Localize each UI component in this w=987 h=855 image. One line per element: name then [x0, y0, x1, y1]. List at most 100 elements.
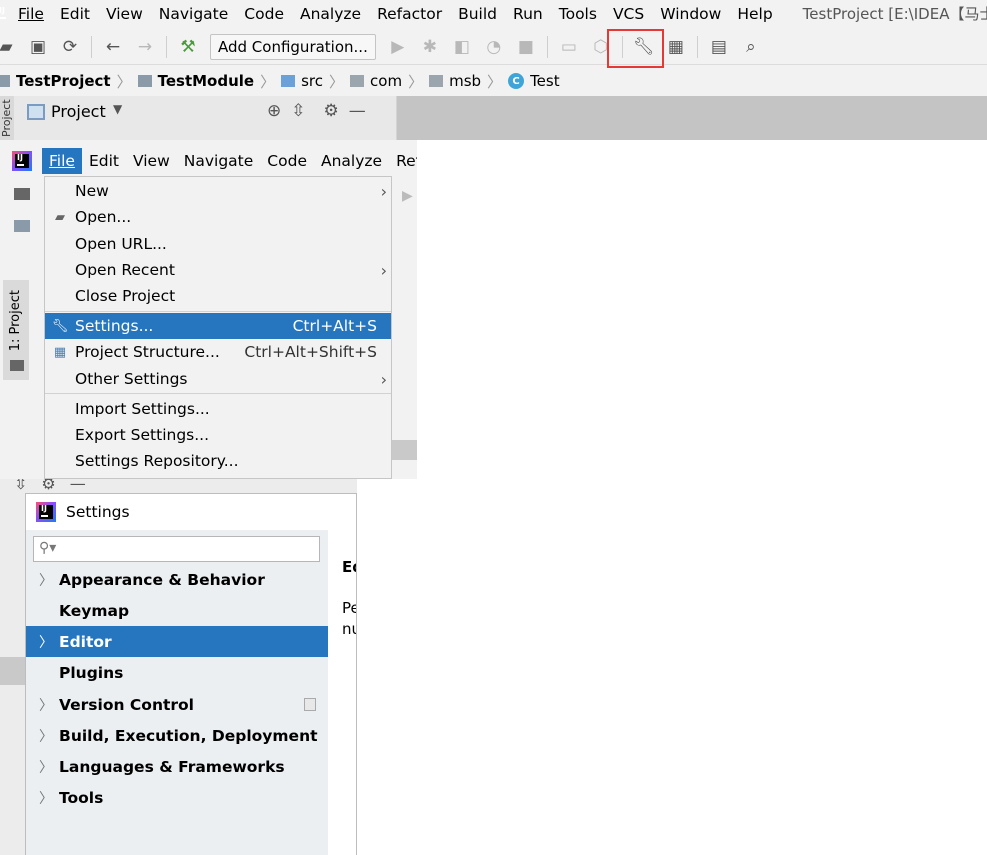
sync-icon[interactable]: ⟳ [58, 35, 82, 59]
menu-file[interactable]: File [42, 148, 82, 174]
menu-vcs[interactable]: VCS [605, 5, 652, 23]
chevron-right-icon: › [380, 260, 387, 280]
menu-edit[interactable]: Edit [52, 5, 98, 23]
menu-edit[interactable]: Edit [82, 148, 126, 174]
chevron-right-icon[interactable]: 〉 [39, 726, 53, 746]
project-structure-icon: ▦ [53, 344, 67, 360]
settings-highlight-box [607, 29, 664, 68]
menu-item-new[interactable]: New › [45, 178, 391, 204]
chevron-right-icon[interactable]: 〉 [39, 757, 53, 777]
menu-tools[interactable]: Tools [551, 5, 605, 23]
stop-icon[interactable]: ■ [514, 35, 538, 59]
menu-item-settings[interactable]: 🔧︎ Settings... Ctrl+Alt+S [45, 313, 391, 339]
panel-tools: ⇳ ⚙ — [14, 479, 86, 493]
profile-icon[interactable]: ◔ [482, 35, 506, 59]
ide-window-file-menu: File Edit View Navigate Code Analyze Ref… [0, 140, 417, 479]
tree-item-editor[interactable]: 〉 Editor [26, 626, 328, 657]
locate-icon[interactable]: ⊕ [267, 101, 281, 121]
terminal-icon[interactable]: ▤ [707, 35, 731, 59]
menu-help[interactable]: Help [729, 5, 780, 23]
gear-icon[interactable]: ⚙ [324, 101, 339, 121]
debug-icon[interactable]: ✱ [418, 35, 442, 59]
open-folder-icon[interactable]: ▰ [0, 35, 18, 59]
collapse-icon[interactable]: ⇳ [291, 101, 305, 121]
menu-run[interactable]: Run [505, 5, 551, 23]
menu-item-open[interactable]: ▰ Open... [45, 204, 391, 230]
search-icon: ⚲▾ [39, 540, 57, 556]
breadcrumb-src[interactable]: src [281, 72, 323, 90]
forward-icon[interactable]: → [133, 35, 157, 59]
menu-window[interactable]: Window [652, 5, 729, 23]
content-text: nu [342, 620, 356, 638]
chevron-right-icon[interactable]: 〉 [39, 570, 53, 590]
window-title: TestProject [E:\IDEA【马士 [802, 5, 987, 23]
breadcrumb-test[interactable]: C Test [508, 72, 560, 90]
tree-item-keymap[interactable]: Keymap [26, 595, 328, 626]
menu-item-import-settings[interactable]: Import Settings... [45, 396, 391, 422]
menu-item-export-settings[interactable]: Export Settings... [45, 422, 391, 448]
collapse-icon[interactable]: ⇳ [14, 479, 27, 493]
tree-item-version-control[interactable]: 〉 Version Control [26, 689, 328, 720]
menu-code[interactable]: Code [260, 148, 314, 174]
gear-icon[interactable]: ⚙ [41, 479, 55, 493]
tree-item-tools[interactable]: 〉 Tools [26, 782, 328, 813]
menu-refactor[interactable]: Refactor [369, 5, 450, 23]
main-menubar: File Edit View Navigate Code Analyze Ref… [0, 0, 987, 27]
build-hammer-icon[interactable]: ⚒ [176, 35, 200, 59]
menu-item-other-settings[interactable]: Other Settings › [45, 366, 391, 392]
editor-area [397, 96, 987, 140]
menu-analyze[interactable]: Analyze [314, 148, 389, 174]
menu-item-settings-repository[interactable]: Settings Repository... [45, 448, 391, 474]
chevron-right-icon[interactable]: 〉 [39, 695, 53, 715]
tree-item-languages-frameworks[interactable]: 〉 Languages & Frameworks [26, 751, 328, 782]
project-view-icon [27, 104, 45, 120]
menu-view[interactable]: View [98, 5, 151, 23]
project-side-tab[interactable]: Project [0, 96, 14, 140]
chevron-right-icon[interactable]: 〉 [39, 632, 53, 652]
minimize-icon[interactable]: — [70, 479, 86, 493]
menu-item-close-project[interactable]: Close Project [45, 283, 391, 309]
open-folder-icon[interactable] [14, 188, 30, 200]
run-icon[interactable]: ▶ [386, 35, 410, 59]
project-settings-icon [304, 698, 316, 711]
toolbar-separator [696, 35, 698, 58]
chevron-down-icon[interactable]: ▼ [113, 102, 122, 116]
back-icon[interactable]: ← [101, 35, 125, 59]
project-panel-label[interactable]: Project [51, 102, 106, 121]
save-icon[interactable]: ▣ [26, 35, 50, 59]
breadcrumb-project[interactable]: TestProject [0, 72, 111, 90]
class-icon: C [508, 73, 525, 89]
chevron-right-icon: 〉 [408, 72, 424, 91]
menu-refactor[interactable]: Ref [389, 148, 417, 174]
settings-content: Ed Pe nu [328, 530, 356, 855]
menu-item-project-structure[interactable]: ▦ Project Structure... Ctrl+Alt+Shift+S [45, 339, 391, 365]
minimize-icon[interactable]: — [349, 101, 366, 121]
menu-item-open-recent[interactable]: Open Recent › [45, 257, 391, 283]
chevron-right-icon: 〉 [260, 72, 276, 91]
attach-icon[interactable]: ▭ [557, 35, 581, 59]
menu-analyze[interactable]: Analyze [292, 5, 369, 23]
breadcrumb-com[interactable]: com [350, 72, 402, 90]
menu-navigate[interactable]: Navigate [177, 148, 261, 174]
add-configuration-button[interactable]: Add Configuration... [210, 33, 376, 60]
menu-code[interactable]: Code [236, 5, 292, 23]
menu-navigate[interactable]: Navigate [151, 5, 237, 23]
chevron-right-icon: › [380, 369, 387, 389]
coverage-icon[interactable]: ◧ [450, 35, 474, 59]
tree-item-appearance-behavior[interactable]: 〉 Appearance & Behavior [26, 564, 328, 595]
tree-item-plugins[interactable]: Plugins [26, 657, 328, 688]
project-panel-header: Project Project ▼ ⊕ ⇳ ⚙ — [0, 96, 397, 140]
search-icon[interactable]: ⌕ [739, 35, 763, 59]
run-icon[interactable]: ▶ [402, 188, 413, 204]
breadcrumb-module[interactable]: TestModule [137, 72, 254, 90]
tree-item-build-execution-deployment[interactable]: 〉 Build, Execution, Deployment [26, 720, 328, 751]
menu-item-open-url[interactable]: Open URL... [45, 231, 391, 257]
project-structure-icon[interactable]: ▦ [664, 35, 688, 59]
settings-titlebar: Settings [26, 494, 356, 530]
chevron-right-icon[interactable]: 〉 [39, 788, 53, 808]
breadcrumb-msb[interactable]: msb [429, 72, 481, 90]
menu-file[interactable]: File [10, 5, 52, 23]
menu-build[interactable]: Build [450, 5, 505, 23]
menu-view[interactable]: View [126, 148, 177, 174]
settings-search-input[interactable]: ⚲▾ [33, 536, 320, 562]
